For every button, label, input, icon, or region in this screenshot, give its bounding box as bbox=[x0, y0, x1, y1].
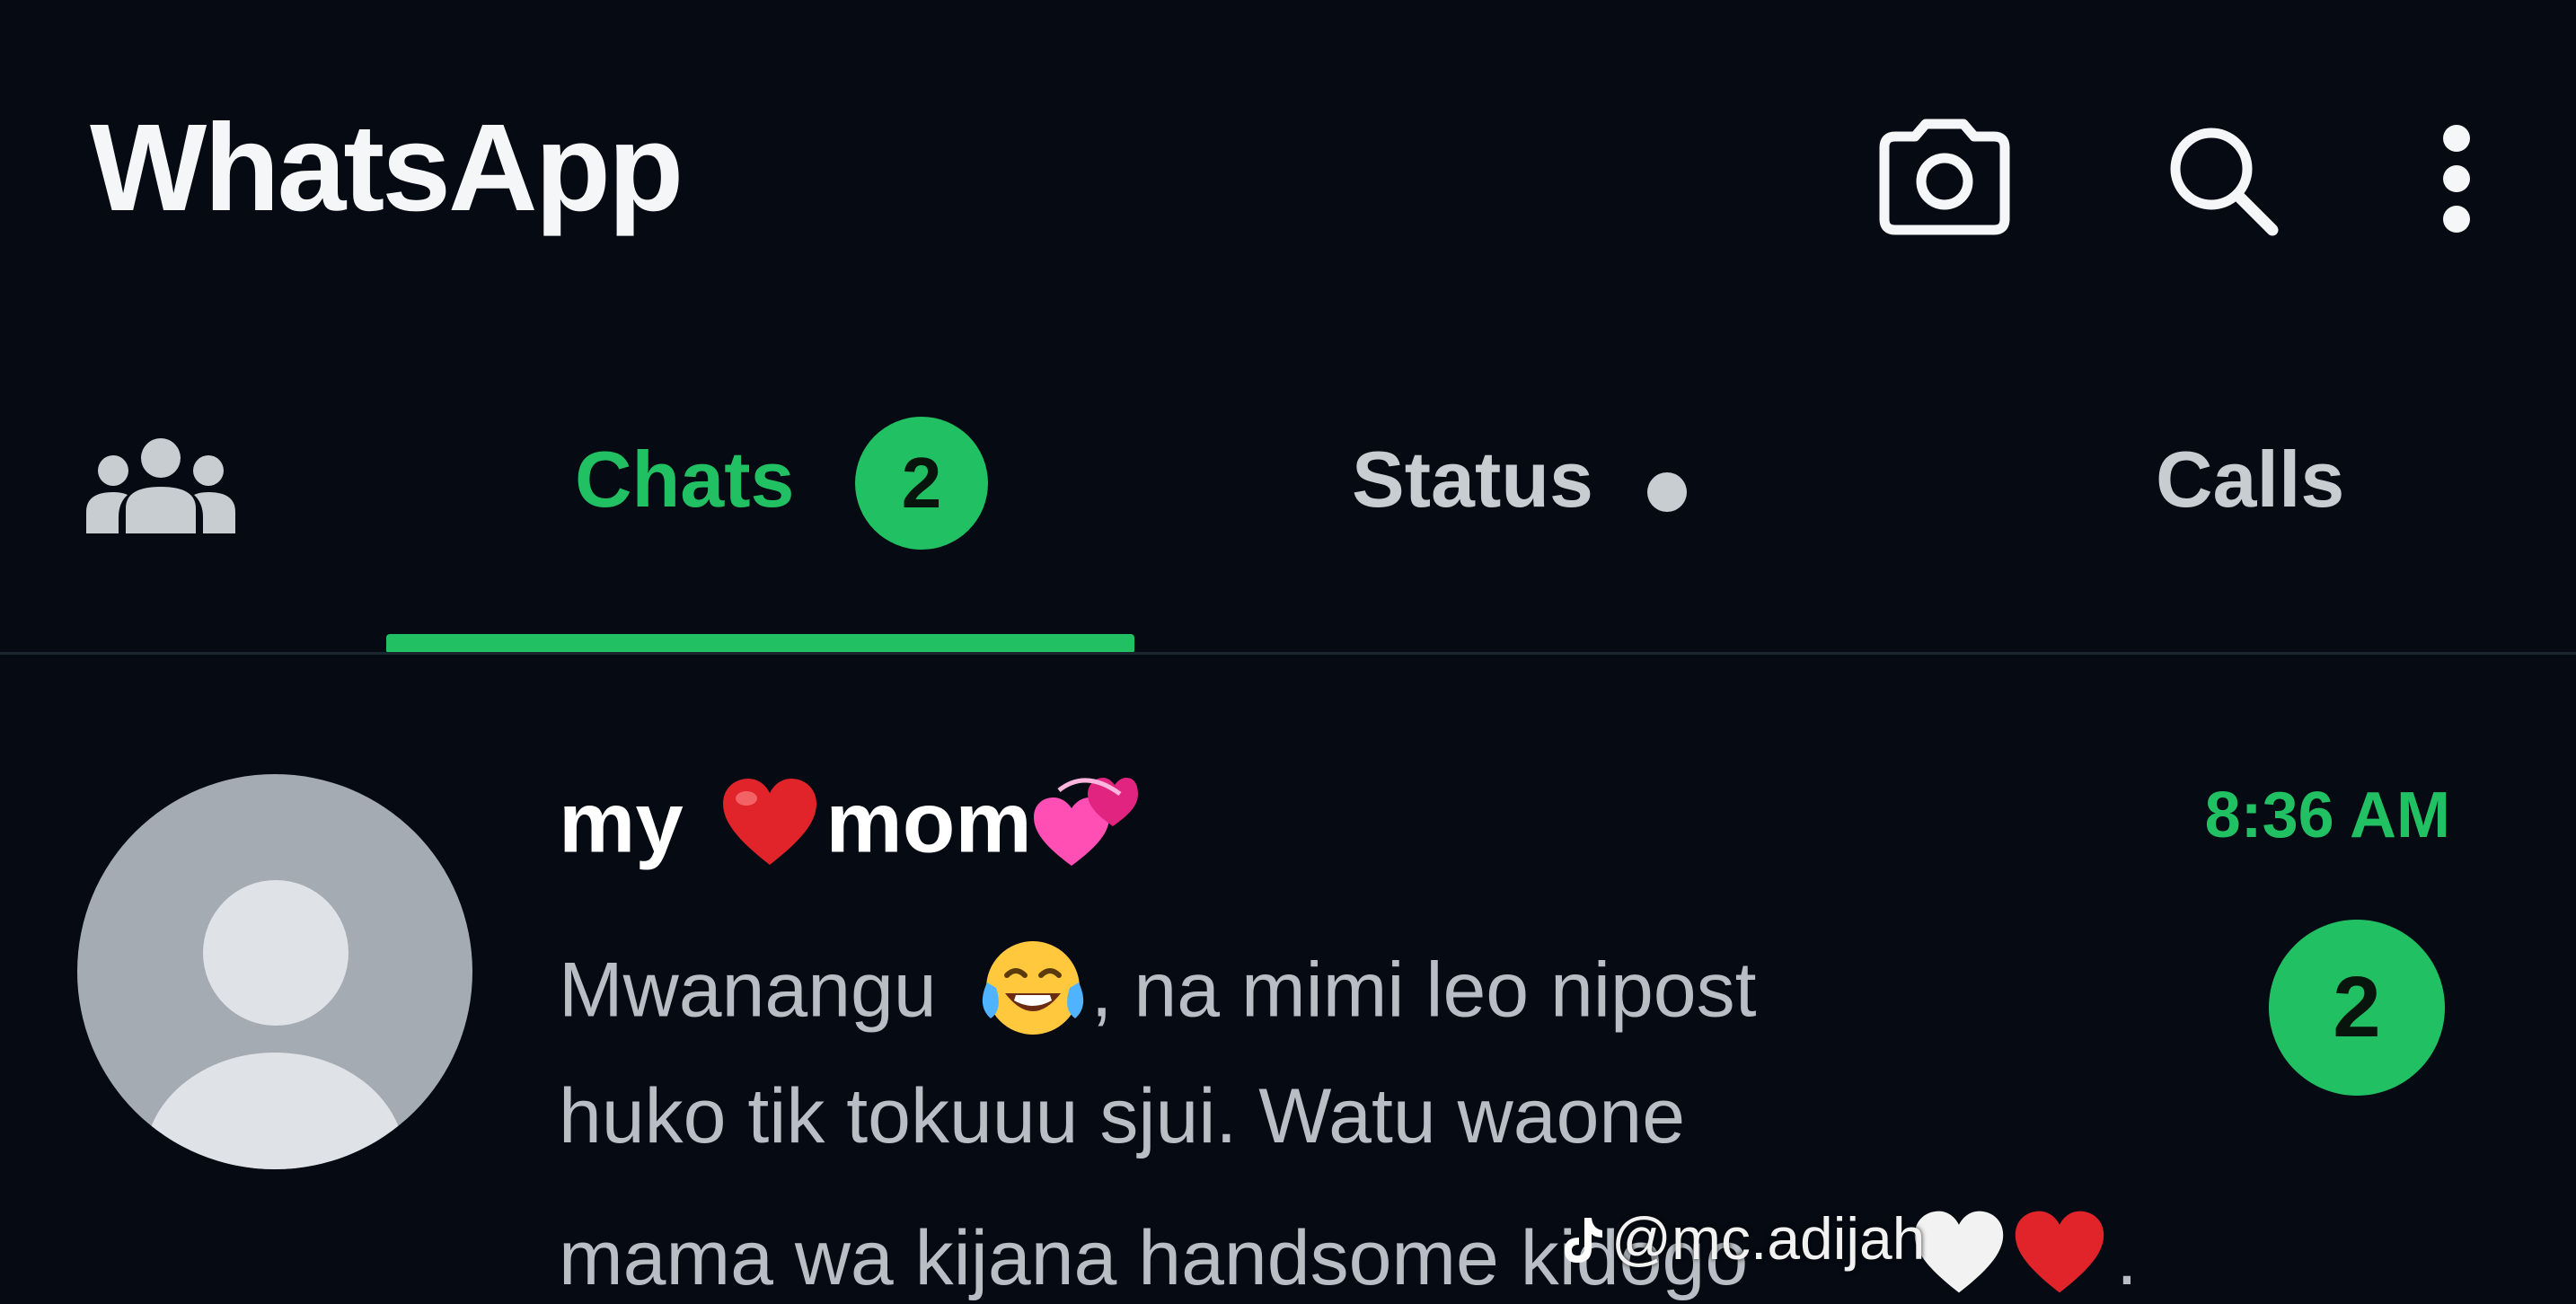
search-icon[interactable] bbox=[2165, 122, 2281, 239]
active-tab-indicator bbox=[386, 634, 1134, 654]
preview-text: huko tik tokuuu sjui. Watu waone bbox=[559, 1073, 1686, 1159]
preview-line-end: . bbox=[2116, 1215, 2138, 1301]
white-heart-icon bbox=[1911, 1207, 2007, 1301]
chat-name-text: my bbox=[559, 774, 684, 871]
watermark-handle: @mc.adijah bbox=[1611, 1205, 1926, 1272]
chat-name: my mom bbox=[559, 772, 1140, 885]
unread-count-badge: 2 bbox=[2269, 920, 2445, 1096]
message-preview-line: Mwanangu , na mimi leo nipost bbox=[559, 936, 1757, 1056]
tab-status[interactable]: Status bbox=[1352, 440, 1593, 519]
camera-icon[interactable] bbox=[1879, 119, 2010, 235]
preview-text: Mwanangu bbox=[559, 947, 937, 1034]
tab-bar: Chats 2 Status Calls bbox=[0, 386, 2576, 656]
community-icon[interactable] bbox=[86, 435, 235, 533]
app-title: WhatsApp bbox=[90, 99, 684, 237]
chat-list-item[interactable]: my mom 8:36 AM 2 Mwanangu , na mimi leo … bbox=[0, 656, 2576, 1304]
avatar[interactable] bbox=[77, 774, 472, 1169]
tab-chats[interactable]: Chats bbox=[575, 440, 795, 519]
chat-name-suffix: mom bbox=[825, 774, 1032, 871]
tab-calls[interactable]: Calls bbox=[2156, 440, 2344, 519]
watermark: @mc.adijah bbox=[1563, 1209, 1925, 1273]
two-hearts-icon bbox=[1032, 772, 1140, 885]
more-vert-icon[interactable] bbox=[2434, 122, 2479, 235]
red-heart-icon bbox=[719, 775, 820, 883]
chat-timestamp: 8:36 AM bbox=[2204, 780, 2450, 851]
status-update-dot bbox=[1647, 472, 1687, 512]
divider bbox=[0, 652, 2576, 655]
message-preview-line: huko tik tokuuu sjui. Watu waone bbox=[559, 1078, 1685, 1155]
chats-unread-badge: 2 bbox=[855, 417, 988, 550]
red-heart-icon bbox=[2012, 1207, 2107, 1301]
preview-text: , na mimi leo nipost bbox=[1090, 947, 1757, 1034]
tears-of-joy-emoji-icon bbox=[975, 936, 1091, 1056]
tiktok-logo-icon bbox=[1563, 1214, 1604, 1273]
